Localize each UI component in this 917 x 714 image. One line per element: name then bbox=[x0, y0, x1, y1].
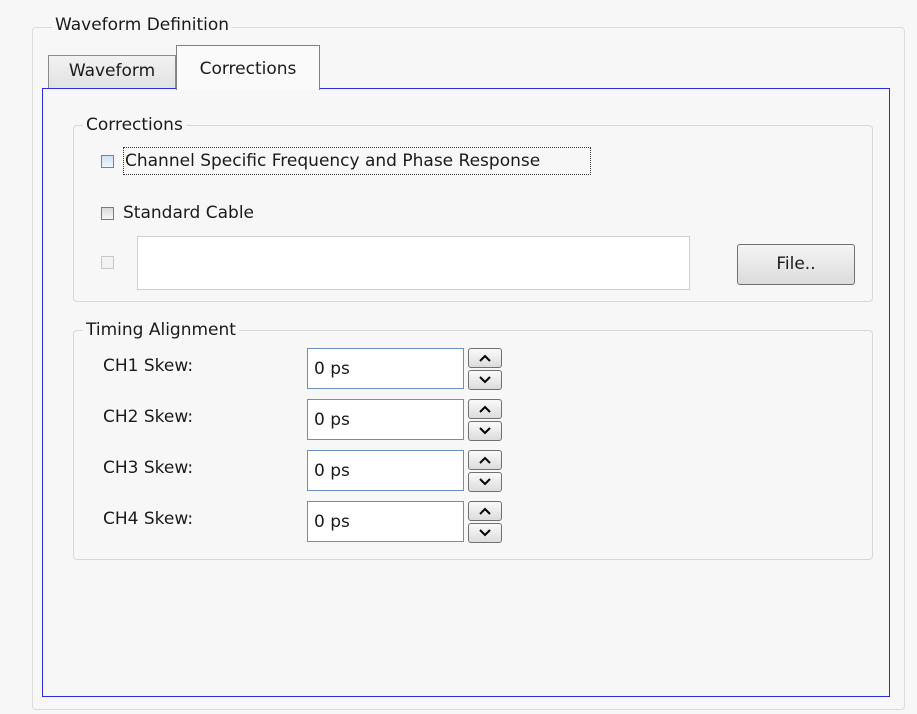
ch1-skew-input[interactable]: 0 ps bbox=[307, 348, 464, 389]
ch2-skew-down-button[interactable] bbox=[468, 421, 502, 441]
waveform-definition-title: Waveform Definition bbox=[52, 15, 233, 35]
timing-alignment-title: Timing Alignment bbox=[83, 320, 239, 340]
ch1-skew-spinner[interactable] bbox=[468, 348, 502, 390]
channel-specific-response-checkbox[interactable] bbox=[101, 154, 114, 168]
standard-cable-label[interactable]: Standard Cable bbox=[123, 201, 254, 225]
ch4-skew-spinner[interactable] bbox=[468, 501, 502, 543]
standard-cable-checkbox[interactable] bbox=[101, 206, 114, 220]
ch1-skew-down-button[interactable] bbox=[468, 370, 502, 390]
ch4-skew-down-button[interactable] bbox=[468, 523, 502, 543]
chevron-up-icon bbox=[479, 354, 491, 362]
chevron-down-icon bbox=[479, 478, 491, 486]
chevron-down-icon bbox=[479, 427, 491, 435]
custom-file-checkbox bbox=[101, 256, 114, 269]
file-button[interactable]: File.. bbox=[737, 244, 855, 285]
standard-cable-option[interactable]: Standard Cable bbox=[101, 201, 254, 225]
ch1-skew-label: CH1 Skew: bbox=[103, 356, 194, 376]
custom-file-option bbox=[101, 256, 123, 269]
chevron-down-icon bbox=[479, 376, 491, 384]
chevron-down-icon bbox=[479, 529, 491, 537]
ch2-skew-label: CH2 Skew: bbox=[103, 407, 194, 427]
corrections-group-title: Corrections bbox=[83, 115, 186, 135]
chevron-up-icon bbox=[479, 456, 491, 464]
ch4-skew-label: CH4 Skew: bbox=[103, 509, 194, 529]
ch2-skew-spinner[interactable] bbox=[468, 399, 502, 441]
ch3-skew-up-button[interactable] bbox=[468, 450, 502, 470]
ch3-skew-spinner[interactable] bbox=[468, 450, 502, 492]
ch1-skew-up-button[interactable] bbox=[468, 348, 502, 368]
chevron-up-icon bbox=[479, 507, 491, 515]
ch2-skew-input[interactable]: 0 ps bbox=[307, 399, 464, 440]
corrections-tab-panel: Corrections Channel Specific Frequency a… bbox=[42, 88, 890, 697]
ch3-skew-label: CH3 Skew: bbox=[103, 458, 194, 478]
ch3-skew-down-button[interactable] bbox=[468, 472, 502, 492]
ch4-skew-input[interactable]: 0 ps bbox=[307, 501, 464, 542]
channel-specific-response-option[interactable]: Channel Specific Frequency and Phase Res… bbox=[101, 147, 592, 175]
file-path-field[interactable] bbox=[137, 236, 690, 290]
ch2-skew-up-button[interactable] bbox=[468, 399, 502, 419]
chevron-up-icon bbox=[479, 405, 491, 413]
tab-waveform[interactable]: Waveform bbox=[48, 55, 176, 89]
ch4-skew-up-button[interactable] bbox=[468, 501, 502, 521]
channel-specific-response-label[interactable]: Channel Specific Frequency and Phase Res… bbox=[123, 147, 592, 175]
tab-corrections[interactable]: Corrections bbox=[176, 45, 320, 90]
ch3-skew-input[interactable]: 0 ps bbox=[307, 450, 464, 491]
